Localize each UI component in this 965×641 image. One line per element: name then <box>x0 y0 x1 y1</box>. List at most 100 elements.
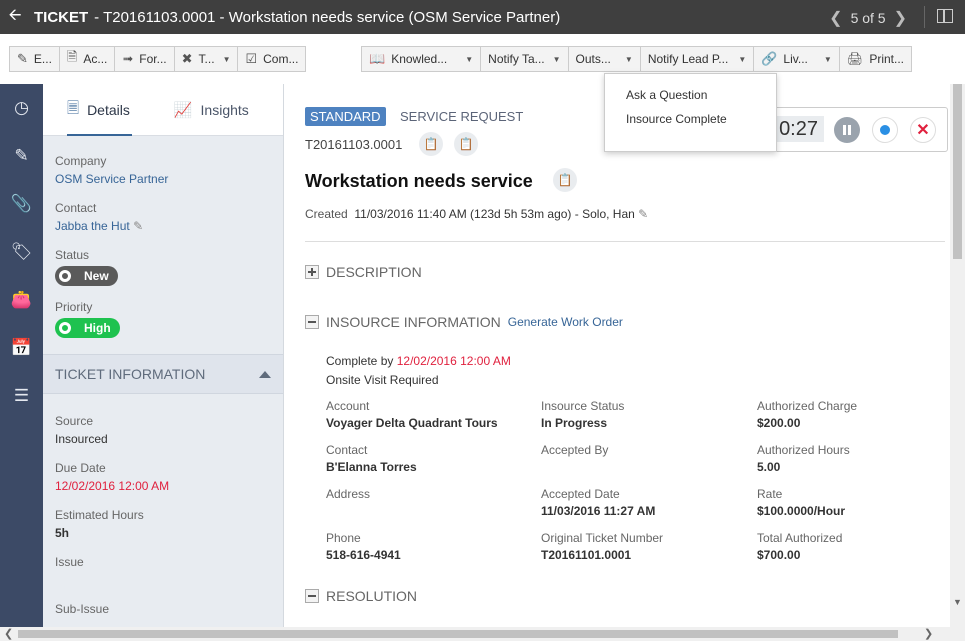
divider <box>924 6 925 28</box>
scroll-right-icon[interactable]: ❯ <box>924 627 933 640</box>
insource-status-field: Insource Status In Progress <box>541 399 625 430</box>
clock-icon[interactable]: ◷ <box>0 84 43 132</box>
accepted-date-field: Accepted Date 11/03/2016 11:27 AM <box>541 487 656 518</box>
rate-field: Rate $100.0000/Hour <box>757 487 846 518</box>
authorized-hours-field: Authorized Hours 5.00 <box>757 443 850 474</box>
checklist-icon[interactable]: ☰ <box>0 372 43 420</box>
copy-icon[interactable]: 📋 <box>419 132 443 156</box>
insource-information-section[interactable]: INSOURCE INFORMATION Generate Work Order <box>305 314 623 330</box>
scroll-left-icon[interactable]: ❮ <box>4 627 13 640</box>
notify-lead-button[interactable]: Notify Lead P... ▼ <box>641 47 755 71</box>
wallet-icon[interactable]: 👛 <box>0 276 43 324</box>
edit-icon[interactable]: ✎ <box>133 219 143 233</box>
sidebar-tabs: 🗏 Details 📈 Insights <box>43 84 283 136</box>
generate-work-order-link[interactable]: Generate Work Order <box>508 315 623 329</box>
pager: ❮ 5 of 5 ❯ <box>829 8 907 28</box>
due-date-label: Due Date <box>55 461 106 475</box>
horizontal-scrollbar[interactable]: ❮ ❯ <box>0 627 965 641</box>
authorized-charge-field: Authorized Charge $200.00 <box>757 399 858 430</box>
estimated-hours-value: 5h <box>55 526 70 540</box>
book-icon: 📖 <box>369 51 386 66</box>
menu-item-ask-question[interactable]: Ask a Question <box>626 88 707 102</box>
toolbar-group-secondary: 📖 Knowled... ▼ Notify Ta... ▼ Outs... ▼ Noti… <box>361 46 912 72</box>
pencil-icon: ✎ <box>17 51 28 66</box>
left-nav: ◷ ✎ 📎 🏷 👛 📅 ☰ <box>0 84 43 641</box>
attachment-icon[interactable]: 📎 <box>0 180 43 228</box>
chart-icon: 📈 <box>173 102 193 119</box>
ticket-type-badge: STANDARD <box>305 107 386 126</box>
description-section[interactable]: DESCRIPTION <box>305 264 422 280</box>
forward-icon: ➟ <box>122 51 134 66</box>
copy-link-icon[interactable]: 📋 <box>454 132 478 156</box>
complete-by-date: 12/02/2016 12:00 AM <box>396 354 511 368</box>
created-date: 11/03/2016 11:40 AM (123d 5h 53m ago) <box>354 207 572 221</box>
tag-icon[interactable]: 🏷 <box>0 228 43 276</box>
scroll-down-icon[interactable]: ▼ <box>953 597 962 607</box>
live-links-button[interactable]: 🔗 Liv... ▼ <box>754 47 840 71</box>
printer-icon: 🖨 <box>846 51 864 66</box>
scroll-thumb[interactable] <box>953 84 962 259</box>
edit-note-icon[interactable]: ✎ <box>0 132 43 180</box>
forward-button[interactable]: ➟ For... <box>115 47 175 71</box>
created-info: Created 11/03/2016 11:40 AM (123d 5h 53m… <box>305 207 649 221</box>
notify-lead-dropdown-menu: Ask a Question Insource Complete <box>604 73 777 152</box>
collapse-icon[interactable] <box>305 589 319 603</box>
calendar-icon[interactable]: 📅 <box>0 324 43 372</box>
resolution-section[interactable]: RESOLUTION <box>305 588 417 604</box>
vertical-scrollbar[interactable]: ▼ <box>950 84 965 627</box>
scroll-thumb[interactable] <box>18 630 898 638</box>
contact-link[interactable]: Jabba the Hut ✎ <box>55 219 271 234</box>
contact-label: Contact <box>55 201 97 215</box>
entity-type: TICKET <box>34 8 89 26</box>
ticket-number: T20161103.0001 <box>305 137 403 152</box>
copy-title-icon[interactable]: 📋 <box>553 168 577 192</box>
divider <box>305 241 945 242</box>
next-record-icon[interactable]: ❯ <box>894 8 907 28</box>
company-link[interactable]: OSM Service Partner <box>55 172 271 187</box>
tools-button[interactable]: ✖ T... ▼ <box>175 47 239 71</box>
activity-button[interactable]: 🗎 Ac... <box>60 47 116 71</box>
original-ticket-field: Original Ticket Number T20161101.0001 <box>541 531 664 562</box>
estimated-hours-label: Estimated Hours <box>55 508 144 522</box>
details-icon: 🗏 <box>67 99 80 117</box>
chevron-down-icon: ▼ <box>222 54 231 64</box>
tab-insights[interactable]: 📈 Insights <box>162 84 261 136</box>
status-dot-icon <box>59 270 71 282</box>
contact-field: Contact B'Elanna Torres <box>326 443 417 474</box>
prev-record-icon[interactable]: ❮ <box>829 8 842 28</box>
checkbox-icon: ☑ <box>245 51 258 66</box>
knowledge-button[interactable]: 📖 Knowled... ▼ <box>362 47 482 71</box>
toolbar: ✎ E... 🗎 Ac... ➟ For... ✖ T... ▼ ☑ Com... 📖 Kno… <box>0 34 965 84</box>
ticket-category: SERVICE REQUEST <box>400 109 524 124</box>
source-label: Source <box>55 414 94 428</box>
complete-button[interactable]: ☑ Com... <box>238 47 305 71</box>
window-toggle-icon[interactable] <box>937 9 953 23</box>
menu-item-insource-complete[interactable]: Insource Complete <box>626 112 727 126</box>
source-value: Insourced <box>55 432 108 446</box>
status-badge[interactable]: New <box>55 266 118 286</box>
notify-ta-button[interactable]: Notify Ta... ▼ <box>481 47 569 71</box>
pause-icon[interactable] <box>834 117 860 143</box>
chevron-down-icon: ▼ <box>552 54 561 64</box>
total-authorized-field: Total Authorized $700.00 <box>757 531 843 562</box>
toolbar-group-primary: ✎ E... 🗎 Ac... ➟ For... ✖ T... ▼ ☑ Com... <box>9 46 307 72</box>
edit-icon[interactable]: ✎ <box>638 207 648 221</box>
back-arrow-icon[interactable]: 🡨 <box>0 4 30 31</box>
collapse-icon[interactable] <box>259 370 271 378</box>
chevron-down-icon: ▼ <box>823 54 832 64</box>
print-button[interactable]: 🖨 Print... <box>840 47 911 71</box>
collapse-icon[interactable] <box>305 315 319 329</box>
edit-button[interactable]: ✎ E... <box>10 47 60 71</box>
main-content: STANDARD SERVICE REQUEST T20161103.0001 … <box>285 84 950 627</box>
ticket-information-header[interactable]: TICKET INFORMATION <box>43 354 283 394</box>
close-icon[interactable]: ✕ <box>910 117 936 143</box>
chevron-down-icon: ▼ <box>465 54 474 64</box>
priority-badge[interactable]: High <box>55 318 120 338</box>
sub-issue-label: Sub-Issue <box>55 602 110 616</box>
record-icon[interactable] <box>872 117 898 143</box>
expand-icon[interactable] <box>305 265 319 279</box>
tab-details[interactable]: 🗏 Details <box>55 84 142 136</box>
outsource-button[interactable]: Outs... ▼ <box>569 47 641 71</box>
accepted-by-field: Accepted By <box>541 443 609 457</box>
link-icon: 🔗 <box>761 51 778 66</box>
